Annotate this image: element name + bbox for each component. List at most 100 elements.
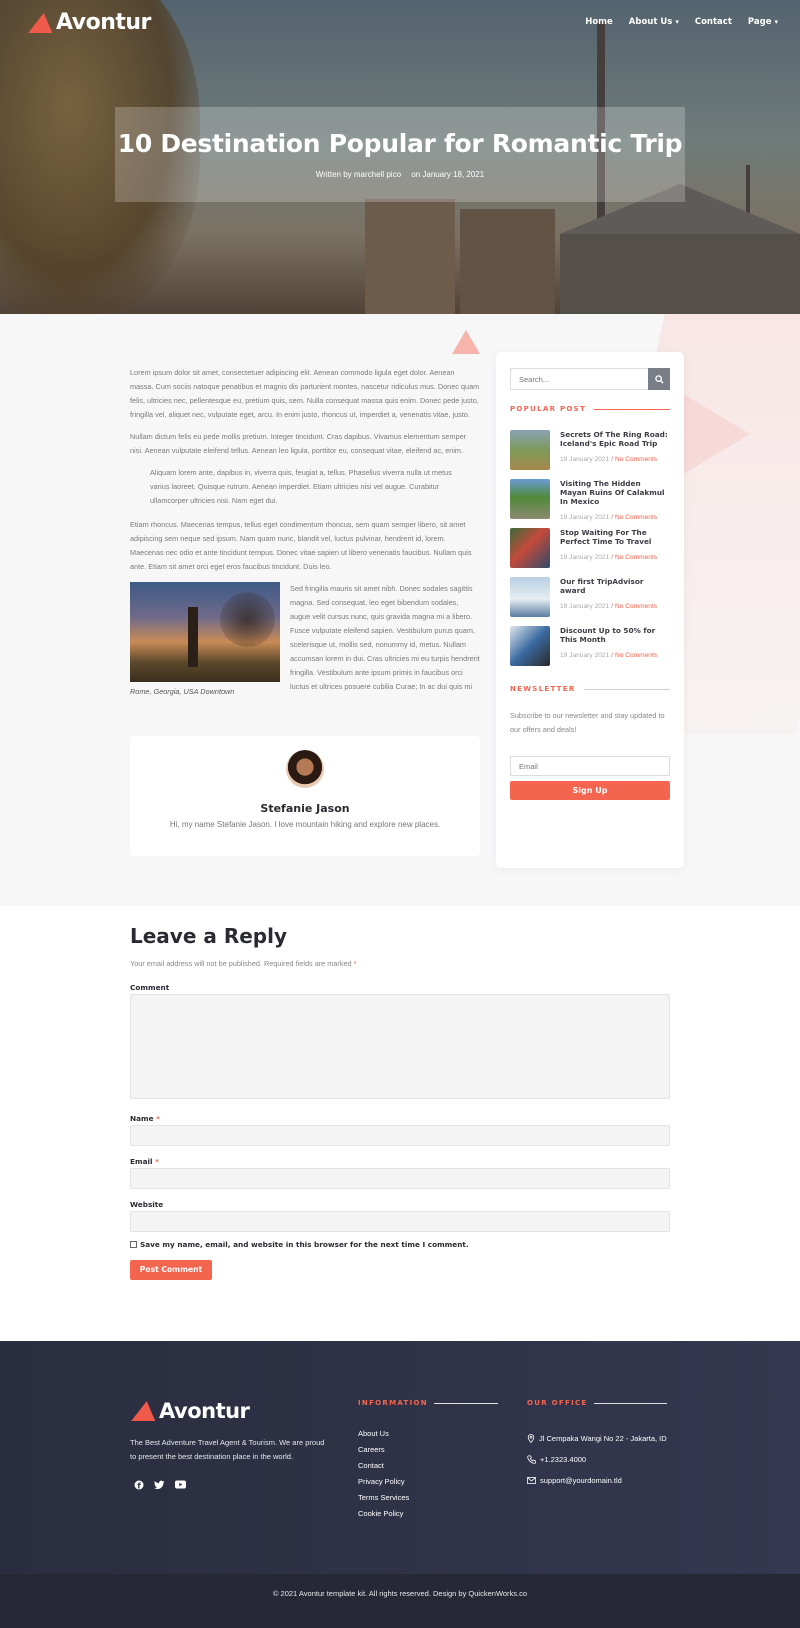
footer-tagline: The Best Adventure Travel Agent & Touris… bbox=[130, 1438, 325, 1461]
sidebar-search bbox=[510, 368, 670, 390]
map-pin-icon bbox=[527, 1434, 535, 1443]
post-date-text: 19 January 2021 bbox=[560, 456, 610, 463]
copyright-text: © 2021 Avontur template kit. All rights … bbox=[272, 1589, 528, 1598]
figure-monument bbox=[188, 607, 198, 667]
footer-links: About Us Careers Contact Privacy Policy … bbox=[358, 1429, 409, 1525]
label-text: Name bbox=[130, 1114, 154, 1123]
footer-link-about-us[interactable]: About Us bbox=[358, 1429, 409, 1445]
post-thumbnail[interactable] bbox=[510, 528, 550, 568]
nav-item-contact[interactable]: Contact bbox=[695, 17, 732, 27]
post-date: 19 January 2021/No Comments bbox=[560, 603, 670, 610]
figure-caption: Rome, Georgia, USA Downtown bbox=[130, 687, 235, 696]
article-body: Lorem ipsum dolor sit amet, consectetuer… bbox=[130, 366, 480, 699]
footer-link-terms-services[interactable]: Terms Services bbox=[358, 1493, 409, 1509]
nav-item-about-us[interactable]: About Us ▾ bbox=[629, 17, 679, 27]
comments-link[interactable]: No Comments bbox=[615, 554, 657, 561]
logo-mark-icon bbox=[131, 1401, 159, 1421]
post-author[interactable]: Written by marchell pico bbox=[316, 170, 401, 179]
author-name: Stefanie Jason bbox=[260, 802, 350, 815]
author-bio: Hi, my name Stefanie Jason. I love mount… bbox=[169, 820, 441, 829]
post-info: Stop Waiting For The Perfect Time To Tra… bbox=[560, 528, 670, 568]
post-date-text: 19 January 2021 bbox=[560, 603, 610, 610]
popular-post-item[interactable]: Stop Waiting For The Perfect Time To Tra… bbox=[510, 528, 670, 568]
svg-text:f: f bbox=[137, 1481, 141, 1490]
date-separator: / bbox=[611, 652, 613, 659]
website-field[interactable] bbox=[130, 1211, 670, 1232]
comments-link[interactable]: No Comments bbox=[615, 652, 657, 659]
popular-post-item[interactable]: Discount Up to 50% for This Month 19 Jan… bbox=[510, 626, 670, 666]
signup-button[interactable]: Sign Up bbox=[510, 781, 670, 800]
logo-mark-icon bbox=[28, 12, 56, 33]
search-input[interactable] bbox=[510, 368, 648, 390]
article-paragraph: Lorem ipsum dolor sit amet, consectetuer… bbox=[130, 368, 480, 419]
social-links: f bbox=[133, 1479, 186, 1490]
post-thumbnail[interactable] bbox=[510, 430, 550, 470]
decorative-triangle-small bbox=[452, 330, 480, 354]
reply-section: Leave a Reply Your email address will no… bbox=[130, 924, 670, 1280]
copyright-bar: © 2021 Avontur template kit. All rights … bbox=[0, 1574, 800, 1628]
section-title: INFORMATION bbox=[358, 1399, 428, 1407]
post-date: 19 January 2021/No Comments bbox=[560, 456, 670, 463]
date-separator: / bbox=[611, 456, 613, 463]
divider bbox=[594, 408, 670, 410]
email-field[interactable] bbox=[130, 1168, 670, 1189]
comment-textarea[interactable] bbox=[130, 994, 670, 1099]
post-title[interactable]: Discount Up to 50% for This Month bbox=[560, 626, 670, 644]
post-comment-button[interactable]: Post Comment bbox=[130, 1260, 212, 1280]
popular-post-item[interactable]: Secrets Of The Ring Road: Iceland's Epic… bbox=[510, 430, 670, 470]
reply-note: Your email address will not be published… bbox=[130, 959, 670, 968]
popular-post-heading: POPULAR POST bbox=[510, 405, 670, 413]
mail-icon bbox=[527, 1477, 536, 1484]
main-nav: Home About Us ▾ Contact Page ▾ bbox=[585, 17, 778, 27]
footer-logo[interactable]: Avontur bbox=[131, 1399, 250, 1423]
popular-post-item[interactable]: Visiting The Hidden Mayan Ruins Of Calak… bbox=[510, 479, 670, 521]
twitter-icon[interactable] bbox=[154, 1479, 165, 1490]
comments-link[interactable]: No Comments bbox=[615, 514, 657, 521]
office-email[interactable]: support@yourdomain.tld bbox=[527, 1470, 667, 1491]
post-meta: Written by marchell pico on January 18, … bbox=[115, 170, 685, 179]
save-info-label[interactable]: Save my name, email, and website in this… bbox=[140, 1240, 469, 1249]
site-footer: Avontur The Best Adventure Travel Agent … bbox=[0, 1341, 800, 1574]
post-title[interactable]: Secrets Of The Ring Road: Iceland's Epic… bbox=[560, 430, 670, 448]
facebook-icon[interactable]: f bbox=[133, 1479, 144, 1490]
post-title[interactable]: Our first TripAdvisor award bbox=[560, 577, 670, 595]
footer-link-contact[interactable]: Contact bbox=[358, 1461, 409, 1477]
search-button[interactable] bbox=[648, 368, 670, 390]
email-text: support@yourdomain.tld bbox=[540, 1476, 622, 1485]
page-title: 10 Destination Popular for Romantic Trip bbox=[117, 129, 683, 158]
post-thumbnail[interactable] bbox=[510, 626, 550, 666]
post-thumbnail[interactable] bbox=[510, 577, 550, 617]
newsletter-email-input[interactable] bbox=[510, 756, 670, 776]
nav-item-page[interactable]: Page ▾ bbox=[748, 17, 778, 27]
nav-item-home[interactable]: Home bbox=[585, 17, 613, 27]
newsletter-text: Subscribe to our newsletter and stay upd… bbox=[510, 711, 665, 734]
label-text: Email bbox=[130, 1157, 153, 1166]
section-title: POPULAR POST bbox=[510, 405, 587, 413]
save-info-checkbox[interactable] bbox=[130, 1241, 137, 1248]
office-phone[interactable]: +1.2323.4000 bbox=[527, 1449, 667, 1470]
name-label: Name * bbox=[130, 1114, 160, 1123]
youtube-icon[interactable] bbox=[175, 1479, 186, 1490]
footer-link-careers[interactable]: Careers bbox=[358, 1445, 409, 1461]
chevron-down-icon: ▾ bbox=[774, 18, 778, 26]
post-title[interactable]: Stop Waiting For The Perfect Time To Tra… bbox=[560, 528, 670, 546]
office-address: Jl Cempaka Wangi No 22 - Jakarta, ID bbox=[527, 1428, 667, 1449]
footer-link-privacy-policy[interactable]: Privacy Policy bbox=[358, 1477, 409, 1493]
search-icon bbox=[654, 374, 664, 384]
post-title[interactable]: Visiting The Hidden Mayan Ruins Of Calak… bbox=[560, 479, 670, 506]
section-title: NEWSLETTER bbox=[510, 685, 576, 693]
post-date-text: 19 January 2021 bbox=[560, 514, 610, 521]
site-logo[interactable]: Avontur bbox=[28, 10, 151, 35]
comments-link[interactable]: No Comments bbox=[615, 603, 657, 610]
hero-title-box: 10 Destination Popular for Romantic Trip… bbox=[115, 107, 685, 202]
footer-link-cookie-policy[interactable]: Cookie Policy bbox=[358, 1509, 409, 1525]
article-figure: Rome, Georgia, USA Downtown Sed fringill… bbox=[130, 582, 480, 699]
post-thumbnail[interactable] bbox=[510, 479, 550, 519]
comments-link[interactable]: No Comments bbox=[615, 456, 657, 463]
article-blockquote: Aliquam lorem ante, dapibus in, viverra … bbox=[150, 468, 452, 505]
name-field[interactable] bbox=[130, 1125, 670, 1146]
popular-post-item[interactable]: Our first TripAdvisor award 19 January 2… bbox=[510, 577, 670, 617]
author-card: Stefanie Jason Hi, my name Stefanie Jaso… bbox=[130, 736, 480, 856]
post-date-text: 19 January 2021 bbox=[560, 554, 610, 561]
figure-image bbox=[130, 582, 280, 682]
